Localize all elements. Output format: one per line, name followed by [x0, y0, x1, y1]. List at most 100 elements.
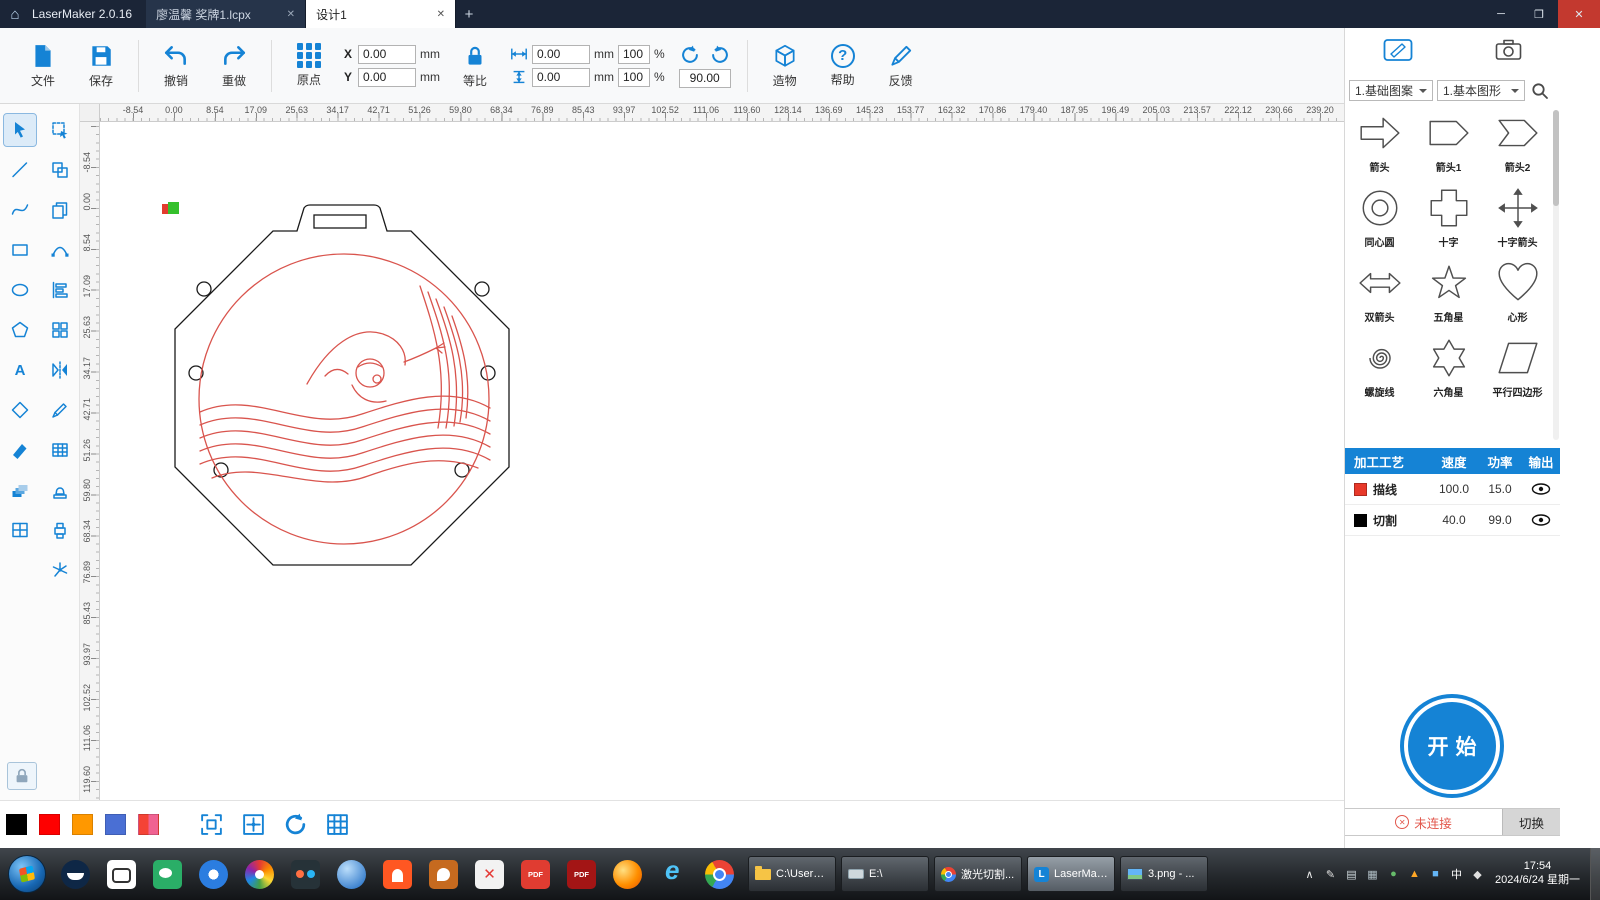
y-position-input[interactable]: 0.00: [358, 68, 416, 87]
tool-blade[interactable]: [4, 434, 36, 466]
help-button[interactable]: ? 帮助: [814, 44, 872, 88]
taskbar-app-editor-x-icon[interactable]: [475, 860, 504, 889]
tool-copy[interactable]: [44, 194, 76, 226]
feedback-button[interactable]: 反馈: [872, 43, 930, 89]
tool-text[interactable]: A: [4, 354, 36, 386]
process-row-cut[interactable]: 切割 40.0 99.0: [1345, 505, 1560, 536]
close-button[interactable]: ✕: [1558, 0, 1600, 28]
shape-item-cross[interactable]: 十字: [1414, 185, 1483, 249]
taskbar-window-folder[interactable]: C:\Users\...: [748, 856, 836, 892]
taskbar-app-pdf-icon[interactable]: [521, 860, 550, 889]
start-menu-button[interactable]: [8, 855, 46, 893]
tray-network-icon[interactable]: ■: [1428, 868, 1443, 880]
taskbar-app-firefox-icon[interactable]: [613, 860, 642, 889]
pattern-category-dropdown[interactable]: 1.基础图案: [1349, 80, 1433, 101]
tool-table[interactable]: [44, 434, 76, 466]
height-input[interactable]: 0.00: [532, 68, 590, 87]
taskbar-clock[interactable]: 17:54 2024/6/24 星期一: [1489, 860, 1590, 888]
output-visible-icon[interactable]: [1531, 483, 1551, 495]
design-canvas[interactable]: [100, 122, 1344, 800]
tool-explode[interactable]: [44, 554, 76, 586]
output-visible-icon[interactable]: [1531, 514, 1551, 526]
tray-update-icon[interactable]: ▲: [1407, 868, 1422, 880]
minimize-button[interactable]: ─: [1482, 0, 1520, 28]
taskbar-window-drive[interactable]: E:\: [841, 856, 929, 892]
tool-print[interactable]: [44, 514, 76, 546]
new-tab-button[interactable]: +: [456, 0, 482, 28]
lock-button[interactable]: [7, 762, 37, 790]
tool-weld[interactable]: [44, 154, 76, 186]
tray-ime-icon[interactable]: 中: [1449, 866, 1464, 882]
height-percent-input[interactable]: 100: [618, 68, 650, 87]
process-speed[interactable]: 40.0: [1430, 513, 1478, 527]
tool-mirror[interactable]: [44, 354, 76, 386]
process-power[interactable]: 99.0: [1478, 513, 1522, 527]
show-desktop-button[interactable]: [1590, 848, 1600, 900]
artboard-icon[interactable]: [1383, 38, 1413, 64]
shape-item-star5[interactable]: 五角星: [1414, 260, 1483, 324]
taskbar-app-robot-icon[interactable]: [107, 860, 136, 889]
rotate-cw-button[interactable]: [709, 44, 731, 66]
maximize-button[interactable]: ❐: [1520, 0, 1558, 28]
tool-line[interactable]: [4, 154, 36, 186]
process-speed[interactable]: 100.0: [1430, 482, 1478, 496]
taskbar-app-pdf2-icon[interactable]: [567, 860, 596, 889]
taskbar-app-whale-icon[interactable]: [61, 860, 90, 889]
shape-item-arrow[interactable]: 箭头: [1345, 110, 1414, 174]
layer-color-swatch[interactable]: [1354, 483, 1367, 496]
color-swatch-red[interactable]: [39, 814, 60, 835]
tool-array[interactable]: [44, 314, 76, 346]
redo-button[interactable]: 重做: [205, 43, 263, 89]
taskbar-window-chrome[interactable]: 激光切割...: [934, 856, 1022, 892]
center-view-button[interactable]: [241, 812, 266, 837]
home-icon[interactable]: ⌂: [0, 0, 30, 28]
width-input[interactable]: 0.00: [532, 45, 590, 64]
color-swatch-orange[interactable]: [72, 814, 93, 835]
process-row-trace[interactable]: 描线 100.0 15.0: [1345, 474, 1560, 505]
taskbar-window-lasermaker[interactable]: LaserMak...: [1027, 856, 1115, 892]
process-power[interactable]: 15.0: [1478, 482, 1522, 496]
aspect-ratio-lock-button[interactable]: 等比: [446, 43, 504, 89]
shape-item-concentric-circles[interactable]: 同心圆: [1345, 185, 1414, 249]
tool-marquee-select[interactable]: [44, 114, 76, 146]
titlebar-drag-area[interactable]: [482, 0, 1482, 28]
save-button[interactable]: 保存: [72, 43, 130, 89]
tool-ellipse[interactable]: [4, 274, 36, 306]
shape-item-star6[interactable]: 六角星: [1414, 335, 1483, 399]
create-button[interactable]: 造物: [756, 43, 814, 89]
shape-item-double-arrow[interactable]: 双箭头: [1345, 260, 1414, 324]
undo-button[interactable]: 撤销: [147, 43, 205, 89]
taskbar-app-orange-p-icon[interactable]: [383, 860, 412, 889]
rotate-angle-input[interactable]: 90.00: [679, 69, 731, 88]
tab-close-icon[interactable]: ✕: [437, 9, 445, 20]
shape-item-parallelogram[interactable]: 平行四边形: [1483, 335, 1552, 399]
origin-button[interactable]: 原点: [280, 43, 338, 88]
x-position-input[interactable]: 0.00: [358, 45, 416, 64]
tray-usb-icon[interactable]: ▦: [1365, 868, 1380, 881]
scrollbar-thumb[interactable]: [1553, 110, 1559, 206]
tab-design-1[interactable]: 设计1 ✕: [306, 0, 456, 28]
taskbar-app-chrome-icon[interactable]: [705, 860, 734, 889]
shape-item-heart[interactable]: 心形: [1483, 260, 1552, 324]
tool-layers[interactable]: [4, 474, 36, 506]
shape-category-dropdown[interactable]: 1.基本图形: [1437, 80, 1525, 101]
start-button[interactable]: 开始: [1408, 702, 1496, 790]
taskbar-app-sphere-icon[interactable]: [337, 860, 366, 889]
fit-view-button[interactable]: [199, 812, 224, 837]
color-swatch-black[interactable]: [6, 814, 27, 835]
taskbar-app-media-icon[interactable]: [245, 860, 274, 889]
tool-diamond[interactable]: [4, 394, 36, 426]
taskbar-app-browser-icon[interactable]: [199, 860, 228, 889]
layer-color-swatch[interactable]: [1354, 514, 1367, 527]
refresh-view-button[interactable]: [283, 812, 308, 837]
search-icon[interactable]: [1531, 82, 1549, 100]
tool-stamp[interactable]: [44, 474, 76, 506]
tool-polygon[interactable]: [4, 314, 36, 346]
tray-security-icon[interactable]: ●: [1386, 868, 1401, 880]
file-button[interactable]: 文件: [14, 43, 72, 89]
medal-design[interactable]: [100, 122, 1344, 800]
tray-display-icon[interactable]: ▤: [1344, 868, 1359, 881]
tool-align[interactable]: [44, 274, 76, 306]
shape-scrollbar[interactable]: [1553, 110, 1559, 440]
tab-close-icon[interactable]: ✕: [287, 9, 295, 20]
